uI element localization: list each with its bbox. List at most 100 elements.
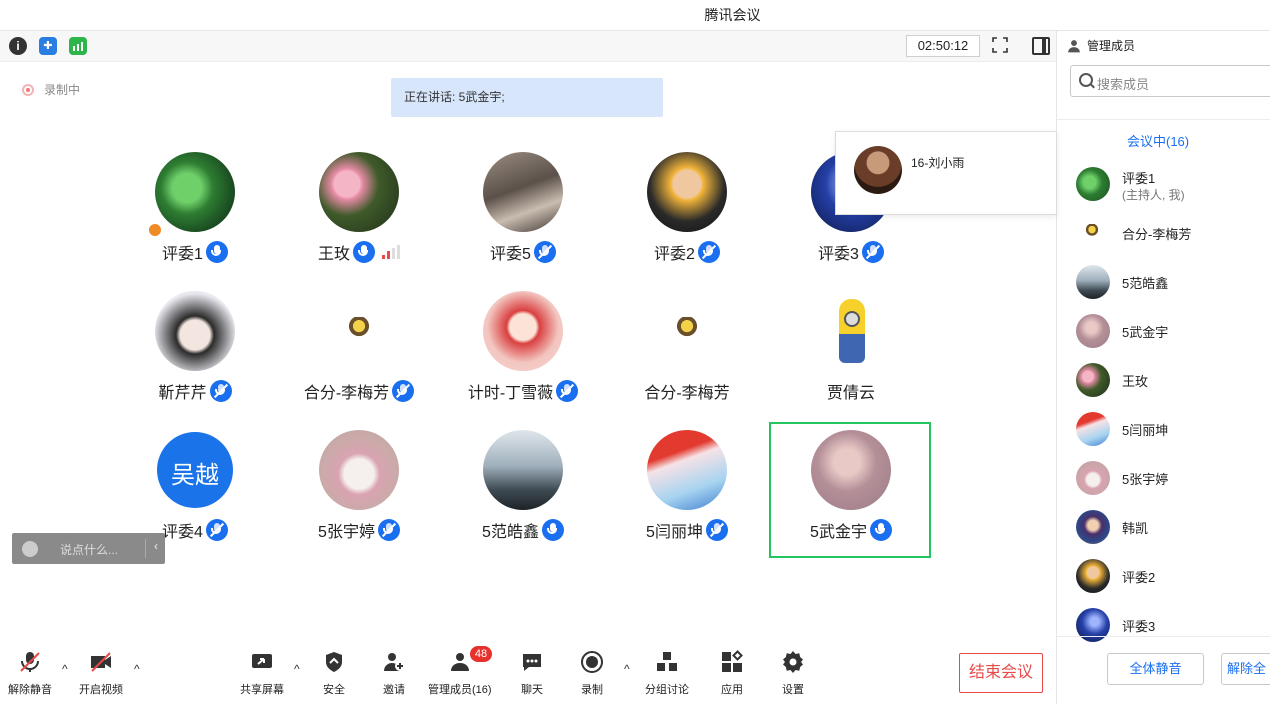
apps-button[interactable]: 应用 xyxy=(720,650,744,697)
breakout-button[interactable]: 分组讨论 xyxy=(645,650,689,697)
security-label: 安全 xyxy=(323,684,345,696)
tile-name: 5范皓鑫 xyxy=(482,524,539,541)
chat-bubble-icon xyxy=(523,654,541,671)
layout-icon[interactable] xyxy=(1032,37,1050,55)
mic-options-caret-icon[interactable]: ^ xyxy=(62,662,68,676)
video-tile[interactable]: 靳芹芹 xyxy=(115,291,275,411)
manage-members-label: 管理成员(16) xyxy=(428,684,492,696)
member-row[interactable]: 合分-李梅芳 xyxy=(1076,213,1266,253)
member-row[interactable]: 评委3 xyxy=(1076,605,1266,645)
avatar xyxy=(1076,314,1110,348)
tile-name: 贾倩云 xyxy=(826,385,875,402)
members-count-badge: 48 xyxy=(470,646,492,662)
fullscreen-icon[interactable] xyxy=(992,37,1008,53)
avatar xyxy=(319,152,399,232)
mute-all-button[interactable]: 全体静音 xyxy=(1107,653,1204,685)
avatar xyxy=(155,291,235,371)
avatar xyxy=(647,152,727,232)
avatar xyxy=(483,430,563,510)
avatar xyxy=(319,430,399,510)
share-screen-label: 共享屏幕 xyxy=(240,684,284,696)
chat-button[interactable]: 聊天 xyxy=(520,650,544,697)
popup-avatar xyxy=(854,146,902,194)
member-name: 评委3 xyxy=(1122,619,1156,634)
unmute-button[interactable]: 解除静音 xyxy=(8,650,52,697)
member-row[interactable]: 评委2 xyxy=(1076,556,1266,596)
video-tile[interactable]: 5闫丽坤 xyxy=(607,430,767,550)
record-button[interactable]: 录制 xyxy=(580,650,604,697)
member-role: (主持人, 我) xyxy=(1122,188,1185,202)
tab-in-meeting[interactable]: 会议中(16) xyxy=(1127,131,1189,150)
avatar xyxy=(319,291,399,371)
share-screen-button[interactable]: 共享屏幕 xyxy=(240,650,284,697)
mic-muted-icon xyxy=(20,652,40,672)
video-off-icon xyxy=(91,652,111,672)
video-tile[interactable]: 评委1 xyxy=(115,152,275,272)
avatar xyxy=(155,152,235,232)
member-row[interactable]: 5张宇婷 xyxy=(1076,458,1266,498)
participant-popup[interactable]: 16-刘小雨 xyxy=(835,131,1057,215)
invite-button[interactable]: 邀请 xyxy=(382,650,406,697)
speaking-banner: 正在讲话: 5武金宇; xyxy=(391,78,663,117)
video-tile[interactable]: 评委2 xyxy=(607,152,767,272)
security-button[interactable]: 安全 xyxy=(322,650,346,697)
unmute-all-button[interactable]: 解除全 xyxy=(1221,653,1270,685)
popup-name: 16-刘小雨 xyxy=(911,156,965,170)
mic-muted-icon xyxy=(209,380,232,402)
active-speaker-frame xyxy=(769,422,931,558)
chat-label: 聊天 xyxy=(521,684,543,696)
avatar xyxy=(1076,461,1110,495)
emoji-icon[interactable] xyxy=(22,541,38,557)
video-tile[interactable]: 吴越 评委4 xyxy=(115,430,275,550)
avatar xyxy=(483,291,563,371)
member-name: 韩凯 xyxy=(1122,521,1149,536)
video-tile[interactable]: 合分-李梅芳 xyxy=(279,291,439,411)
unmute-label: 解除静音 xyxy=(8,684,52,696)
video-tile[interactable]: 评委5 xyxy=(443,152,603,272)
share-options-caret-icon[interactable]: ^ xyxy=(294,662,300,676)
settings-button[interactable]: 设置 xyxy=(781,650,805,697)
tile-name: 评委2 xyxy=(654,246,695,263)
video-options-caret-icon[interactable]: ^ xyxy=(134,662,140,676)
person-icon xyxy=(1068,39,1080,52)
members-panel: 管理成员 搜索成员 会议中(16) 评委1 (主持人, 我) 合分-李梅芳 5范… xyxy=(1056,31,1270,704)
video-tile[interactable]: 贾倩云 xyxy=(771,291,931,411)
member-row[interactable]: 5武金宇 xyxy=(1076,311,1266,351)
video-tile[interactable]: 5范皓鑫 xyxy=(443,430,603,550)
member-row[interactable]: 5闫丽坤 xyxy=(1076,409,1266,449)
record-icon xyxy=(581,651,603,673)
member-row[interactable]: 王玫 xyxy=(1076,360,1266,400)
avatar xyxy=(1076,216,1110,250)
video-tile[interactable]: 合分-李梅芳 xyxy=(607,291,767,411)
divider xyxy=(1057,119,1270,120)
tile-name: 评委4 xyxy=(162,524,203,541)
member-name: 5张宇婷 xyxy=(1122,472,1169,487)
member-row[interactable]: 韩凯 xyxy=(1076,507,1266,547)
chat-placeholder: 说点什么... xyxy=(60,543,119,557)
collapse-arrow-icon[interactable]: ‹ xyxy=(154,539,158,553)
end-meeting-button[interactable]: 结束会议 xyxy=(959,653,1043,693)
member-search-input[interactable]: 搜索成员 xyxy=(1070,65,1270,97)
meeting-top-toolbar: i ✚ xyxy=(0,31,1056,62)
avatar xyxy=(1076,510,1110,544)
gear-icon xyxy=(783,651,803,673)
video-tile[interactable]: 计时-丁雪薇 xyxy=(443,291,603,411)
apps-label: 应用 xyxy=(721,684,743,696)
window-titlebar: 腾讯会议 xyxy=(0,0,1270,31)
info-icon[interactable]: i xyxy=(9,37,27,55)
mic-muted-icon xyxy=(533,241,556,263)
mic-muted-icon xyxy=(392,380,415,402)
tile-name: 评委5 xyxy=(490,246,531,263)
member-row[interactable]: 评委1 (主持人, 我) xyxy=(1076,164,1266,204)
signal-icon[interactable] xyxy=(69,37,87,55)
chat-input-bar[interactable]: 说点什么... ‹ xyxy=(12,533,165,564)
video-tile[interactable]: 5张宇婷 xyxy=(279,430,439,550)
mic-muted-icon xyxy=(861,241,884,263)
record-options-caret-icon[interactable]: ^ xyxy=(624,662,630,676)
video-tile[interactable]: 王玫 xyxy=(279,152,439,272)
mic-muted-icon xyxy=(697,241,720,263)
member-name: 评委2 xyxy=(1122,570,1156,585)
start-video-button[interactable]: 开启视频 xyxy=(79,650,123,697)
member-row[interactable]: 5范皓鑫 xyxy=(1076,262,1266,302)
shield-icon[interactable]: ✚ xyxy=(39,37,57,55)
